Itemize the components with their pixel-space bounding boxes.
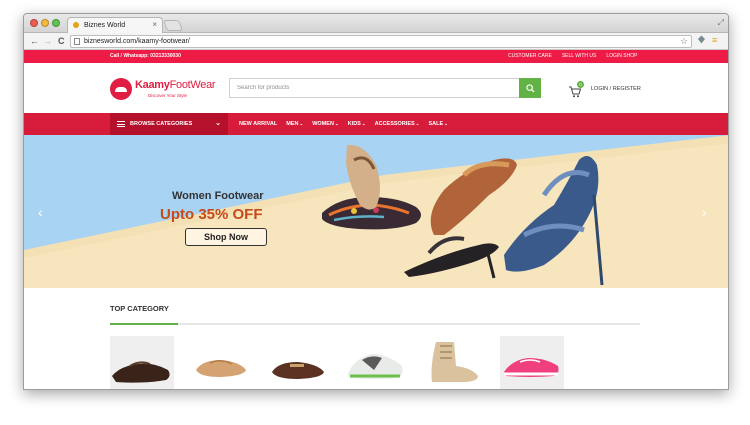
chevron-down-icon: ⌄ [361, 121, 366, 126]
search-button[interactable] [519, 78, 541, 98]
site-logo[interactable]: KaamyFootWear Discover Your Style [110, 77, 220, 103]
logo-name: KaamyFootWear [135, 79, 216, 91]
chevron-down-icon: ⌄ [299, 121, 304, 126]
chevron-down-icon: ⌄ [415, 121, 420, 126]
address-url: biznesworld.com/kaamy-footwear/ [84, 38, 190, 45]
menu-icon [117, 121, 125, 127]
contact-text: Call / Whatsapp: 03213330030 [110, 53, 181, 59]
fullscreen-icon[interactable]: ⤢ [718, 18, 724, 28]
browse-categories-button[interactable]: BROWSE CATEGORIES ⌄ [110, 113, 228, 135]
search-icon [525, 83, 535, 93]
category-moccasins[interactable] [266, 336, 330, 389]
tab-title: Biznes World [84, 22, 126, 29]
cart-count-badge: 0 [577, 81, 584, 88]
sell-with-us-link[interactable]: SELL WITH US [562, 53, 597, 59]
page-icon [74, 38, 80, 45]
category-sports-shoes[interactable] [344, 336, 408, 389]
main-nav-bar: BROWSE CATEGORIES ⌄ NEW ARRIVAL MEN⌄ WOM… [24, 113, 728, 135]
window-minimize-button[interactable] [41, 19, 49, 27]
tab-close-icon[interactable]: × [152, 20, 157, 29]
main-nav: NEW ARRIVAL MEN⌄ WOMEN⌄ KIDS⌄ ACCESSORIE… [239, 121, 448, 127]
nav-item-sale[interactable]: SALE⌄ [428, 121, 447, 127]
chevron-down-icon: ⌄ [215, 120, 221, 127]
section-divider [110, 323, 640, 325]
forward-button[interactable]: → [43, 36, 52, 47]
address-bar[interactable]: biznesworld.com/kaamy-footwear/ ☆ [70, 35, 692, 48]
hero-banner: ‹ › Women Footwear Upto 35% OFF Shop Now [24, 135, 728, 288]
nav-item-men[interactable]: MEN⌄ [286, 121, 303, 127]
search-box [229, 78, 541, 98]
banner-offer: Upto 35% OFF [160, 206, 263, 223]
top-category-title: TOP CATEGORY [110, 304, 169, 313]
nav-item-new-arrival[interactable]: NEW ARRIVAL [239, 121, 277, 127]
reload-button[interactable]: C [58, 36, 65, 47]
browser-toolbar: ← → C biznesworld.com/kaamy-footwear/ ☆ … [24, 33, 728, 50]
extension-icon[interactable] [697, 35, 706, 47]
category-formal-shoes[interactable] [110, 336, 174, 389]
back-button[interactable]: ← [30, 36, 39, 47]
banner-title: Women Footwear [172, 190, 264, 202]
shop-now-button[interactable]: Shop Now [185, 228, 267, 246]
bookmark-star-icon[interactable]: ☆ [680, 36, 688, 47]
web-page: Call / Whatsapp: 03213330030 CUSTOMER CA… [24, 50, 728, 389]
search-input[interactable] [230, 79, 520, 97]
chevron-down-icon: ⌄ [334, 121, 339, 126]
category-running-shoes[interactable] [500, 336, 564, 389]
top-links: CUSTOMER CARE SELL WITH US LOGIN SHOP [508, 53, 637, 59]
site-header: KaamyFootWear Discover Your Style 0 LOGI… [24, 63, 728, 113]
category-loafers[interactable] [188, 336, 252, 389]
slider-next-arrow[interactable]: › [702, 205, 707, 219]
browser-window: Biznes World × ⤢ ← → C biznesworld.com/k… [23, 13, 729, 390]
nav-item-accessories[interactable]: ACCESSORIES⌄ [375, 121, 420, 127]
nav-item-kids[interactable]: KIDS⌄ [348, 121, 366, 127]
category-boots[interactable] [422, 336, 486, 389]
title-bar: Biznes World × ⤢ [24, 14, 728, 33]
slider-prev-arrow[interactable]: ‹ [38, 205, 43, 219]
browser-tab[interactable]: Biznes World × [67, 17, 163, 33]
login-register-link[interactable]: LOGIN / REGISTER [591, 86, 641, 92]
new-tab-button[interactable] [162, 20, 184, 31]
logo-tagline: Discover Your Style [148, 93, 188, 98]
banner-background [24, 135, 728, 288]
shoe-logo-icon [110, 78, 132, 100]
browser-menu-icon[interactable]: ≡ [712, 35, 717, 46]
customer-care-link[interactable]: CUSTOMER CARE [508, 53, 552, 59]
browse-categories-label: BROWSE CATEGORIES [130, 121, 193, 127]
login-shop-link[interactable]: LOGIN SHOP [606, 53, 637, 59]
nav-item-women[interactable]: WOMEN⌄ [312, 121, 338, 127]
tab-favicon-icon [73, 22, 79, 28]
chevron-down-icon: ⌄ [444, 121, 448, 126]
window-maximize-button[interactable] [52, 19, 60, 27]
top-info-bar: Call / Whatsapp: 03213330030 CUSTOMER CA… [24, 50, 728, 63]
section-divider-accent [110, 323, 178, 325]
window-close-button[interactable] [30, 19, 38, 27]
